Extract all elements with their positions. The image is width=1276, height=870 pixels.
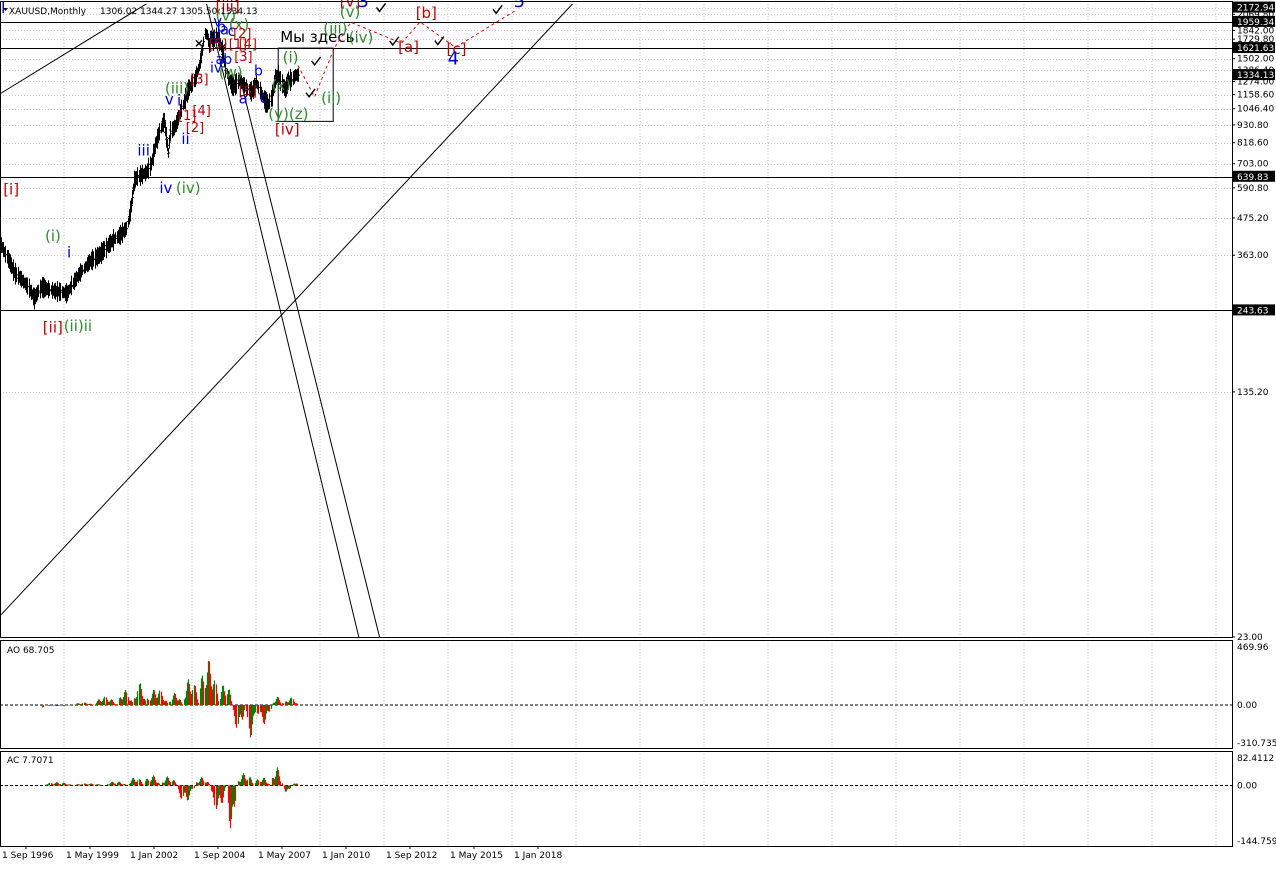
wave-label: [ii] — [43, 318, 63, 336]
ao-label: AO 68.705 — [7, 646, 54, 656]
price-tick-label: 930.80 — [1237, 121, 1269, 131]
price-tag-label: 1621.63 — [1237, 44, 1274, 54]
indicator-tick-label: 82.4112 — [1237, 754, 1274, 764]
chart-canvas[interactable]: Мы здесь. [iii](v)v (x)bac[2]iii[5] [1][4]… — [0, 0, 1276, 866]
wave-label: [5] — [209, 38, 227, 53]
price-tick-label: 135.20 — [1237, 388, 1269, 398]
price-tick-label: 590.80 — [1237, 184, 1269, 194]
price-tick-label: 475.20 — [1237, 214, 1269, 224]
wave-label: (w) — [219, 64, 243, 82]
time-tick-label: 1 Sep 2004 — [194, 851, 246, 861]
wave-label: [iv] — [275, 120, 300, 138]
indicator-tick-label: 469.96 — [1237, 643, 1269, 653]
wave-label: (v) — [340, 3, 361, 21]
indicator-tick-label: -144.7594 — [1237, 837, 1276, 847]
wave-label: i — [177, 92, 181, 110]
time-tick-label: 1 Sep 2012 — [386, 851, 437, 861]
price-tick-label: 363.00 — [1237, 251, 1269, 261]
time-tick-label: 1 Jan 2002 — [130, 851, 178, 861]
wave-label: c — [260, 89, 268, 107]
wave-label: a — [239, 90, 248, 108]
price-tick-label: 1158.60 — [1237, 91, 1274, 101]
wave-label: [i] — [3, 181, 19, 199]
wave-label: [3] — [190, 73, 208, 88]
wave-label: (ii)ii — [64, 317, 92, 335]
ohlc-header: 1306.02 1344.27 1305.50 1334.13 — [100, 7, 257, 17]
price-tag-label: 1959.34 — [1237, 18, 1274, 28]
price-tick-label: 1046.40 — [1237, 105, 1274, 115]
indicator-tick-label: -310.735 — [1237, 739, 1276, 749]
indicator-tick-label: 0.00 — [1237, 701, 1257, 711]
indicator-tick-label: 0.00 — [1237, 781, 1257, 791]
wave-label: 4 — [448, 49, 459, 70]
chart-window: Мы здесь. [iii] (v) v (x) b a c [2] iii [5] [1] [4]… — [0, 0, 1276, 866]
wave-label: (x) — [272, 78, 291, 94]
price-tick-label: 23.00 — [1237, 633, 1263, 643]
wave-label: i — [67, 244, 71, 262]
ac-label: AC 7.7071 — [7, 756, 54, 766]
wave-label: iv — [159, 179, 172, 197]
wave-label: [a] — [398, 38, 419, 56]
wave-label: [b] — [416, 4, 437, 22]
price-tick-label: 1502.00 — [1237, 55, 1274, 65]
wave-label: b — [254, 64, 263, 80]
wave-label: iii — [137, 142, 150, 160]
price-tag-label: 243.63 — [1237, 306, 1269, 316]
price-tick-label: 818.60 — [1237, 139, 1269, 149]
time-tick-label: 1 Jan 2018 — [514, 851, 562, 861]
symbol-header: XAUUSD,Monthly — [9, 7, 87, 17]
wave-label: v — [165, 90, 174, 108]
wave-label: ii — [181, 130, 189, 148]
time-tick-label: 1 May 1999 — [66, 851, 119, 861]
price-tag-label: 639.83 — [1237, 173, 1269, 183]
price-tag-label: 2172.94 — [1237, 4, 1274, 14]
price-tag-label: 1334.13 — [1237, 71, 1274, 81]
wave-label: (iv) — [349, 28, 374, 46]
wave-label: (iii) — [323, 20, 347, 38]
wave-label: (i) — [283, 49, 299, 67]
time-tick-label: 1 May 2007 — [258, 851, 311, 861]
wave-label: (i) — [45, 227, 61, 245]
time-tick-label: 1 May 2015 — [450, 851, 503, 861]
wave-label: (iv) — [176, 179, 201, 197]
time-tick-label: 1 Sep 1996 — [2, 851, 54, 861]
time-tick-label: 1 Jan 2010 — [322, 851, 370, 861]
price-tick-label: 703.00 — [1237, 160, 1269, 170]
wave-label: (ii) — [321, 89, 341, 107]
